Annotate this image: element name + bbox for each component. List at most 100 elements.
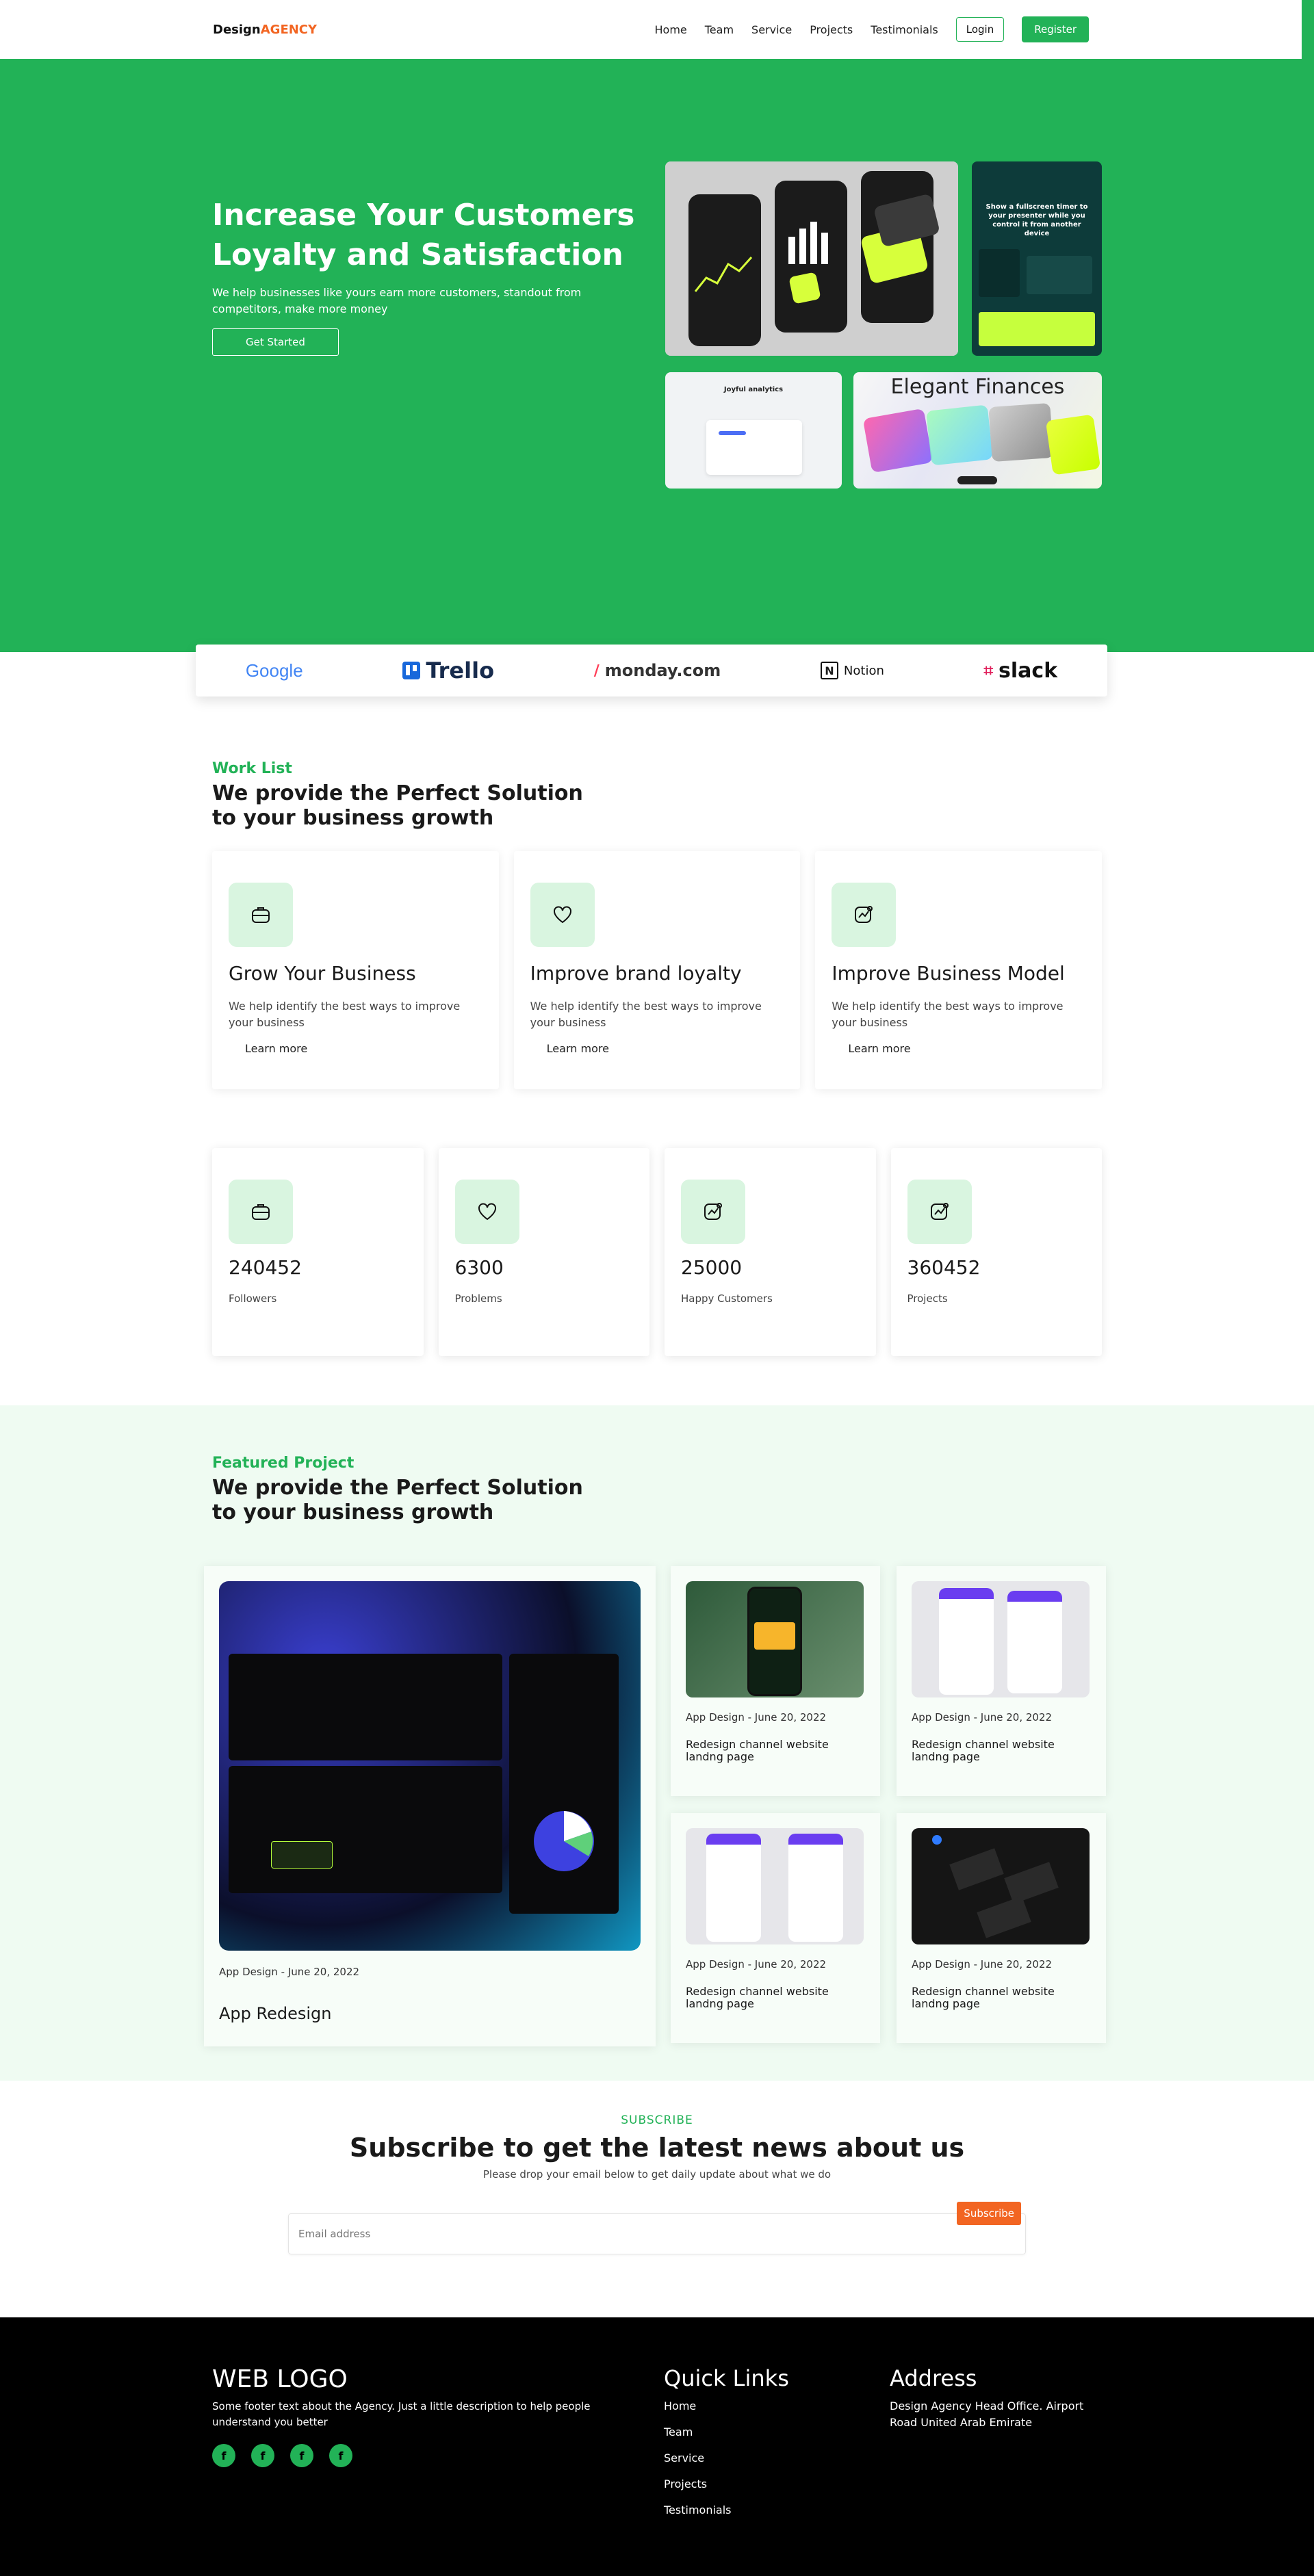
stat-value: 6300 <box>454 1256 504 1279</box>
brand-google-label: Google <box>245 660 303 681</box>
stat-value: 25000 <box>681 1256 743 1279</box>
quick-links-list: Home Team Service Projects Testimonials <box>664 2399 890 2516</box>
nav-link-projects[interactable]: Projects <box>810 23 853 36</box>
project-title: Redesign channel website landng page <box>912 1985 1055 2010</box>
footer-logo[interactable]: WEB LOGO <box>212 2365 664 2393</box>
service-card-title: Improve Business Model <box>832 962 1065 985</box>
project-meta: App Design - June 20, 2022 <box>686 1711 827 1723</box>
service-card-title: Improve brand loyalty <box>530 962 742 985</box>
footer-link-home[interactable]: Home <box>664 2399 890 2412</box>
logo-accent: AGENCY <box>260 22 318 37</box>
brand-notion: N Notion <box>820 662 884 679</box>
login-button[interactable]: Login <box>955 17 1005 42</box>
project-card-featured[interactable]: App Design - June 20, 2022 App Redesign <box>204 1566 656 2046</box>
facebook-icon[interactable]: f <box>290 2444 313 2467</box>
facebook-icon[interactable]: f <box>329 2444 352 2467</box>
subscribe-title: Subscribe to get the latest news about u… <box>349 2133 965 2163</box>
stat-label: Happy Customers <box>681 1292 773 1305</box>
trello-icon <box>402 662 421 679</box>
stat-value: 360452 <box>907 1256 981 1279</box>
stat-value: 240452 <box>229 1256 302 1279</box>
project-card[interactable]: App Design - June 20, 2022 Redesign chan… <box>897 1566 1106 1796</box>
project-image-news-app <box>686 1581 864 1697</box>
footer-link-service[interactable]: Service <box>664 2451 890 2464</box>
featured-project-section: Featured Project We provide the Perfect … <box>0 1405 1314 2081</box>
notion-icon: N <box>820 662 838 679</box>
nav-link-testimonials[interactable]: Testimonials <box>871 23 938 36</box>
project-card[interactable]: App Design - June 20, 2022 Redesign chan… <box>897 1813 1106 2043</box>
brand-slack-label: slack <box>999 658 1058 683</box>
activity-icon <box>907 1180 972 1244</box>
brand-google: Google <box>246 660 303 681</box>
activity-icon <box>832 883 897 947</box>
facebook-icon[interactable]: f <box>251 2444 274 2467</box>
project-image-dashboard <box>219 1581 641 1951</box>
quick-links-title: Quick Links <box>664 2365 789 2391</box>
footer-address: Address Design Agency Head Office. Airpo… <box>890 2365 1095 2529</box>
stat-label: Projects <box>907 1292 948 1305</box>
nav-link-home[interactable]: Home <box>655 23 687 36</box>
site-logo[interactable]: DesignAGENCY <box>213 23 317 37</box>
footer-link-team[interactable]: Team <box>664 2425 890 2438</box>
hero-section: Increase Your Customers Loyalty and Sati… <box>0 59 1314 697</box>
briefcase-icon <box>229 883 293 947</box>
service-card-title: Grow Your Business <box>229 962 416 985</box>
footer-about: WEB LOGO Some footer text about the Agen… <box>212 2365 664 2529</box>
project-image-purple-app-2 <box>686 1828 864 1944</box>
project-title: App Redesign <box>219 2004 332 2023</box>
learn-more-link[interactable]: Learn more <box>229 1042 482 1055</box>
pie-chart-graphic <box>534 1811 594 1871</box>
brand-trello: Trello <box>402 658 494 684</box>
brand-trello-label: Trello <box>426 658 495 684</box>
brand-monday-label: monday.com <box>604 661 721 680</box>
activity-icon <box>681 1180 745 1244</box>
gallery-image-elegant-finances: Elegant Finances <box>853 372 1102 489</box>
nav-link-service[interactable]: Service <box>751 23 792 36</box>
footer-link-projects[interactable]: Projects <box>664 2477 890 2490</box>
work-list-eyebrow: Work List <box>212 760 292 777</box>
finances-headline: Elegant Finances <box>890 375 1065 399</box>
brand-notion-label: Notion <box>843 663 884 678</box>
nav-link-team[interactable]: Team <box>705 23 734 36</box>
hero-text: Increase Your Customers Loyalty and Sati… <box>212 59 650 356</box>
nav-links: Home Team Service Projects Testimonials … <box>655 16 1089 42</box>
project-card[interactable]: App Design - June 20, 2022 Redesign chan… <box>671 1566 880 1796</box>
project-title: Redesign channel website landng page <box>912 1738 1055 1763</box>
service-card: Improve brand loyalty We help identify t… <box>513 851 801 1089</box>
monday-icon: ∕ <box>593 662 600 679</box>
stat-card-projects: 360452 Projects <box>890 1148 1102 1356</box>
work-list-title: We provide the Perfect Solution to your … <box>212 781 583 830</box>
footer-text: Some footer text about the Agency. Just … <box>212 2400 591 2428</box>
facebook-icon[interactable]: f <box>212 2444 235 2467</box>
gallery-image-wallet-phones <box>665 161 958 356</box>
email-field[interactable] <box>298 2228 709 2240</box>
service-card: Improve Business Model We help identify … <box>815 851 1103 1089</box>
stat-label: Followers <box>229 1292 277 1305</box>
subscribe-button[interactable]: Subscribe <box>957 2202 1021 2225</box>
get-started-button[interactable]: Get Started <box>212 328 339 356</box>
footer-link-testimonials[interactable]: Testimonials <box>664 2503 890 2516</box>
service-card-text: We help identify the best ways to improv… <box>530 1000 762 1029</box>
project-meta: App Design - June 20, 2022 <box>219 1966 360 1978</box>
hero-subtitle: We help businesses like yours earn more … <box>212 286 582 315</box>
project-title: Redesign channel website landng page <box>686 1738 829 1763</box>
partner-logos-bar: Google Trello ∕ monday.com N Notion ⌗ sl… <box>196 645 1107 697</box>
heart-icon <box>454 1180 519 1244</box>
register-button[interactable]: Register <box>1022 16 1089 42</box>
stat-card-followers: 240452 Followers <box>212 1148 424 1356</box>
project-meta: App Design - June 20, 2022 <box>912 1958 1053 1970</box>
subscribe-form: Subscribe <box>288 2202 1026 2254</box>
learn-more-link[interactable]: Learn more <box>530 1042 784 1055</box>
presenter-timer-headline: Show a fullscreen timer to your presente… <box>985 203 1088 237</box>
work-list-section: Work List We provide the Perfect Solutio… <box>0 652 1314 1356</box>
stat-card-problems: 6300 Problems <box>438 1148 649 1356</box>
subscribe-eyebrow: SUBSCRIBE <box>621 2113 693 2127</box>
phones-illustration <box>665 161 958 356</box>
top-navbar: DesignAGENCY Home Team Service Projects … <box>0 0 1314 59</box>
stat-label: Problems <box>454 1292 502 1305</box>
project-card[interactable]: App Design - June 20, 2022 Redesign chan… <box>671 1813 880 2043</box>
project-title: Redesign channel website landng page <box>686 1985 829 2010</box>
social-links: f f f f <box>212 2444 664 2467</box>
footer-quick-links: Quick Links Home Team Service Projects T… <box>664 2365 890 2529</box>
learn-more-link[interactable]: Learn more <box>832 1042 1085 1055</box>
